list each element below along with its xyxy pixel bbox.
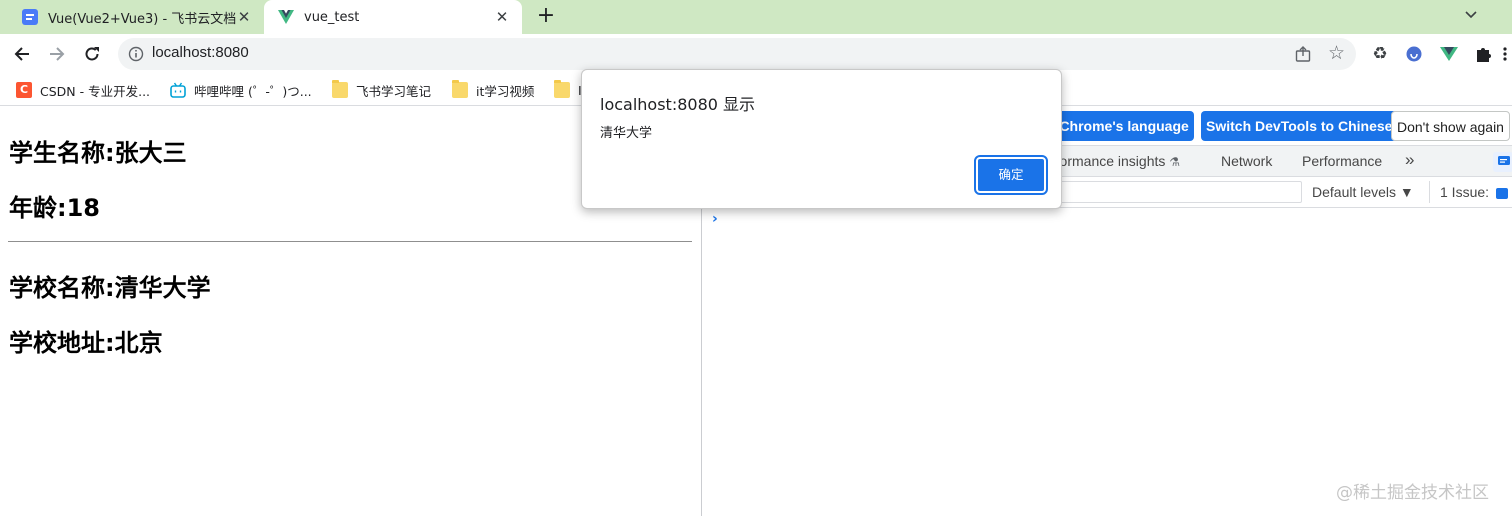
- bookmark-label: CSDN - 专业开发...: [40, 83, 151, 99]
- folder-icon: [452, 80, 468, 98]
- bookmark-folder-truncated[interactable]: I: [554, 80, 582, 100]
- tab-title: vue_test: [304, 9, 360, 25]
- bookmark-folder-feishu-notes[interactable]: 飞书学习笔记: [332, 80, 431, 100]
- info-icon[interactable]: [128, 46, 144, 62]
- folder-icon: [554, 80, 570, 98]
- alert-dialog: localhost:8080 显示 清华大学 确定: [581, 69, 1062, 209]
- bilibili-icon: [170, 82, 186, 98]
- browser-toolbar: localhost:8080 ☆ ♻: [0, 34, 1512, 74]
- tab-strip: Vue(Vue2+Vue3) - 飞书云文档 ✕ vue_test ✕ +: [0, 0, 1512, 34]
- issues-label: 1 Issue:: [1440, 184, 1490, 200]
- log-levels-dropdown[interactable]: Default levels ▼: [1312, 184, 1414, 200]
- horizontal-divider: [8, 241, 692, 242]
- forward-button[interactable]: [45, 42, 69, 66]
- dialog-title: localhost:8080 显示: [600, 95, 756, 114]
- tab-label: rformance insights: [1051, 153, 1166, 169]
- address-bar[interactable]: localhost:8080 ☆: [118, 38, 1356, 70]
- share-icon[interactable]: [1294, 45, 1312, 63]
- vue-devtools-icon[interactable]: [1440, 45, 1458, 63]
- switch-devtools-chinese-button[interactable]: Switch DevTools to Chinese: [1201, 111, 1398, 141]
- csdn-icon: C: [16, 82, 32, 98]
- match-chrome-language-button[interactable]: n Chrome's language: [1042, 111, 1194, 141]
- console-filter-input[interactable]: [1032, 181, 1302, 203]
- tab-feishu-doc[interactable]: Vue(Vue2+Vue3) - 飞书云文档 ✕: [0, 0, 264, 34]
- puzzle-extensions-icon[interactable]: [1474, 45, 1492, 63]
- ok-button[interactable]: 确定: [974, 155, 1048, 195]
- student-age-heading: 年龄:18: [9, 194, 100, 222]
- feishu-doc-icon: [22, 9, 38, 25]
- issue-message-icon: [1495, 187, 1508, 199]
- school-name-heading: 学校名称:清华大学: [9, 274, 211, 302]
- school-address-heading: 学校地址:北京: [9, 329, 163, 357]
- bookmark-csdn[interactable]: C CSDN - 专业开发...: [16, 80, 150, 100]
- bookmark-star-icon[interactable]: ☆: [1328, 43, 1345, 63]
- more-tabs-chevron-icon[interactable]: »: [1405, 150, 1414, 170]
- console-prompt-chevron-icon[interactable]: ›: [712, 211, 718, 227]
- bookmark-folder-it-videos[interactable]: it学习视频: [452, 80, 534, 100]
- tab-title: Vue(Vue2+Vue3) - 飞书云文档: [48, 11, 237, 27]
- bookmark-label: 飞书学习笔记: [356, 83, 432, 99]
- reload-button[interactable]: [80, 42, 104, 66]
- feedback-icon[interactable]: [1493, 152, 1512, 172]
- chevron-down-icon[interactable]: [1462, 6, 1480, 24]
- close-icon[interactable]: ✕: [236, 9, 252, 25]
- tab-performance-insights[interactable]: rformance insights ⚗: [1051, 153, 1180, 169]
- reload-icon: [85, 47, 99, 61]
- tab-performance[interactable]: Performance: [1302, 153, 1382, 169]
- watermark-text: @稀土掘金技术社区: [1336, 483, 1489, 503]
- new-tab-button[interactable]: +: [535, 5, 557, 27]
- dialog-message: 清华大学: [600, 126, 653, 141]
- flask-icon: ⚗: [1169, 155, 1181, 169]
- recycle-extension-icon[interactable]: ♻: [1371, 45, 1389, 63]
- more-menu-icon[interactable]: [1500, 45, 1510, 63]
- back-button[interactable]: [10, 42, 34, 66]
- dont-show-again-button[interactable]: Don't show again: [1391, 111, 1510, 141]
- bookmark-label: 哔哩哔哩 (゜-゜)つ...: [194, 83, 312, 99]
- tab-network[interactable]: Network: [1221, 153, 1272, 169]
- folder-icon: [332, 80, 348, 98]
- tab-vue-test[interactable]: vue_test ✕: [264, 0, 522, 34]
- close-icon[interactable]: ✕: [494, 9, 510, 25]
- vue-logo-icon: [278, 10, 294, 24]
- arrow-left-icon: [14, 47, 29, 61]
- bookmark-bilibili[interactable]: 哔哩哔哩 (゜-゜)つ...: [170, 80, 312, 100]
- student-name-heading: 学生名称:张大三: [9, 139, 187, 167]
- issues-counter[interactable]: 1 Issue:: [1429, 181, 1508, 203]
- arrow-right-icon: [50, 47, 65, 61]
- bookmark-label: it学习视频: [476, 83, 535, 99]
- extension-icon[interactable]: [1405, 45, 1423, 63]
- url-text[interactable]: localhost:8080: [152, 44, 249, 61]
